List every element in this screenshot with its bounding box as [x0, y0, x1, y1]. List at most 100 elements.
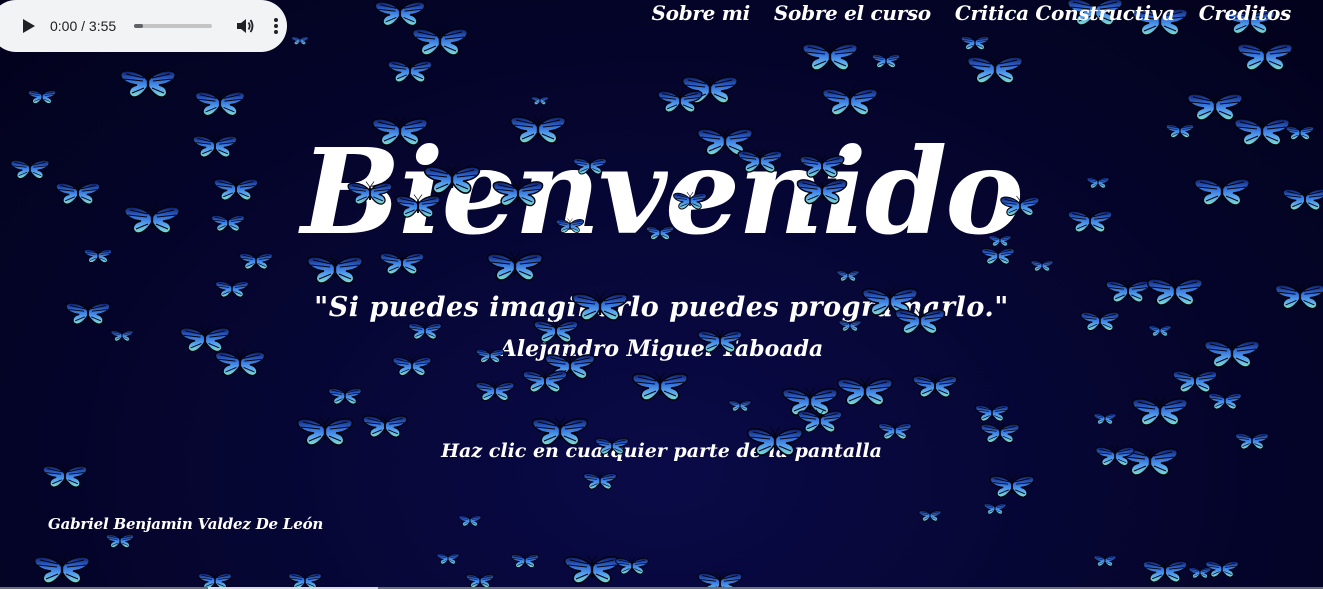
seek-slider[interactable] [134, 24, 212, 28]
butterfly-icon [980, 246, 1016, 265]
butterfly-icon [1274, 282, 1323, 310]
butterfly-icon [1186, 90, 1244, 122]
butterfly-icon [1142, 558, 1188, 584]
time-display: 0:00 / 3:55 [50, 18, 117, 34]
nav-item-creditos[interactable]: Creditos [1187, 0, 1303, 26]
butterfly-icon [371, 115, 429, 147]
butterfly-icon [1148, 324, 1172, 337]
more-options-button[interactable] [266, 15, 286, 37]
nav-item-sobre-mi[interactable]: Sobre mi [640, 0, 762, 26]
nav-item-sobre-el-curso[interactable]: Sobre el curso [762, 0, 943, 26]
butterfly-icon [1282, 186, 1323, 212]
more-options-icon [274, 18, 278, 34]
butterfly-icon [10, 158, 50, 180]
butterfly-icon [877, 421, 913, 440]
butterfly-icon [210, 213, 246, 232]
butterfly-icon [1000, 195, 1040, 217]
butterfly-icon [582, 471, 618, 490]
butterfly-icon [1093, 412, 1117, 425]
butterfly-icon [510, 552, 540, 569]
butterfly-icon [988, 234, 1012, 247]
butterfly-icon [746, 425, 804, 457]
butterfly-icon [1172, 368, 1218, 394]
butterfly-icon [395, 193, 441, 219]
butterfly-icon [836, 375, 894, 407]
butterfly-icon [1080, 310, 1120, 332]
butterfly-icon [362, 413, 408, 439]
butterfly-icon [306, 253, 364, 285]
butterfly-icon [465, 572, 495, 589]
butterfly-icon [110, 329, 134, 342]
butterfly-icon [347, 180, 393, 206]
butterfly-icon [83, 247, 113, 264]
nav-item-critica-constructiva[interactable]: Critica Constructiva [943, 0, 1187, 26]
butterfly-icon [27, 88, 57, 105]
butterfly-icon [475, 380, 515, 402]
butterfly-icon [571, 290, 629, 322]
butterfly-icon [392, 355, 432, 377]
butterfly-icon [179, 325, 231, 353]
butterfly-icon [105, 532, 135, 549]
butterfly-icon [327, 386, 363, 405]
butterfly-icon [799, 153, 845, 179]
butterfly-icon [1095, 445, 1135, 467]
butterfly-icon [411, 25, 469, 57]
butterfly-icon [594, 436, 630, 455]
butterfly-icon [645, 224, 675, 241]
butterfly-icon [871, 52, 901, 69]
butterfly-icon [214, 279, 250, 298]
butterfly-icon [821, 85, 879, 117]
seek-progress [134, 24, 144, 28]
butterfly-icon [966, 53, 1024, 85]
butterfly-icon [796, 177, 848, 205]
butterfly-icon [458, 514, 482, 527]
author-signature: Gabriel Benjamin Valdez De León [48, 515, 324, 533]
butterfly-icon [1131, 395, 1189, 427]
play-icon [23, 19, 35, 33]
butterfly-icon [980, 422, 1020, 444]
butterfly-icon [1105, 278, 1151, 304]
mute-button[interactable] [234, 15, 256, 37]
butterfly-icon [42, 463, 88, 489]
butterfly-icon [838, 319, 862, 332]
butterfly-icon [697, 328, 743, 354]
butterfly-icon [123, 203, 181, 235]
butterfly-icon [912, 373, 958, 399]
butterfly-icon [983, 502, 1007, 515]
butterfly-icon [737, 148, 783, 174]
butterfly-icon [1233, 115, 1291, 147]
page[interactable]: 0:00 / 3:55 Sobre mi Sobre el curso Crit… [0, 0, 1323, 589]
butterfly-icon [374, 0, 426, 27]
butterfly-icon [1093, 554, 1117, 567]
butterfly-icon [918, 509, 942, 522]
audio-player[interactable]: 0:00 / 3:55 [0, 0, 287, 52]
butterfly-icon [522, 368, 568, 394]
butterfly-icon [989, 473, 1035, 499]
butterfly-icon [563, 553, 621, 585]
play-button[interactable] [14, 11, 44, 41]
butterfly-icon [572, 156, 608, 175]
butterfly-icon [894, 307, 946, 335]
butterfly-icon [960, 34, 990, 51]
butterfly-icon [672, 191, 708, 210]
butterfly-icon [1146, 275, 1204, 307]
butterfly-icon [631, 370, 689, 402]
butterfly-icon [1207, 391, 1243, 410]
butterfly-icon [291, 35, 309, 45]
butterfly-icon [55, 180, 101, 206]
butterfly-icon [214, 349, 266, 377]
butterfly-icon [1236, 40, 1294, 72]
butterfly-icon [657, 88, 703, 114]
butterfly-icon [1030, 259, 1054, 272]
butterfly-icon [1193, 175, 1251, 207]
butterfly-icon [1188, 566, 1212, 579]
butterfly-icon [379, 250, 425, 276]
butterfly-icon [614, 556, 650, 575]
butterfly-icon [531, 95, 549, 105]
butterfly-field [10, 0, 1323, 589]
butterfly-icon [192, 133, 238, 159]
butterfly-icon [436, 552, 460, 565]
butterfly-icon [509, 113, 567, 145]
butterfly-icon [119, 67, 177, 99]
butterfly-icon [1086, 176, 1110, 189]
